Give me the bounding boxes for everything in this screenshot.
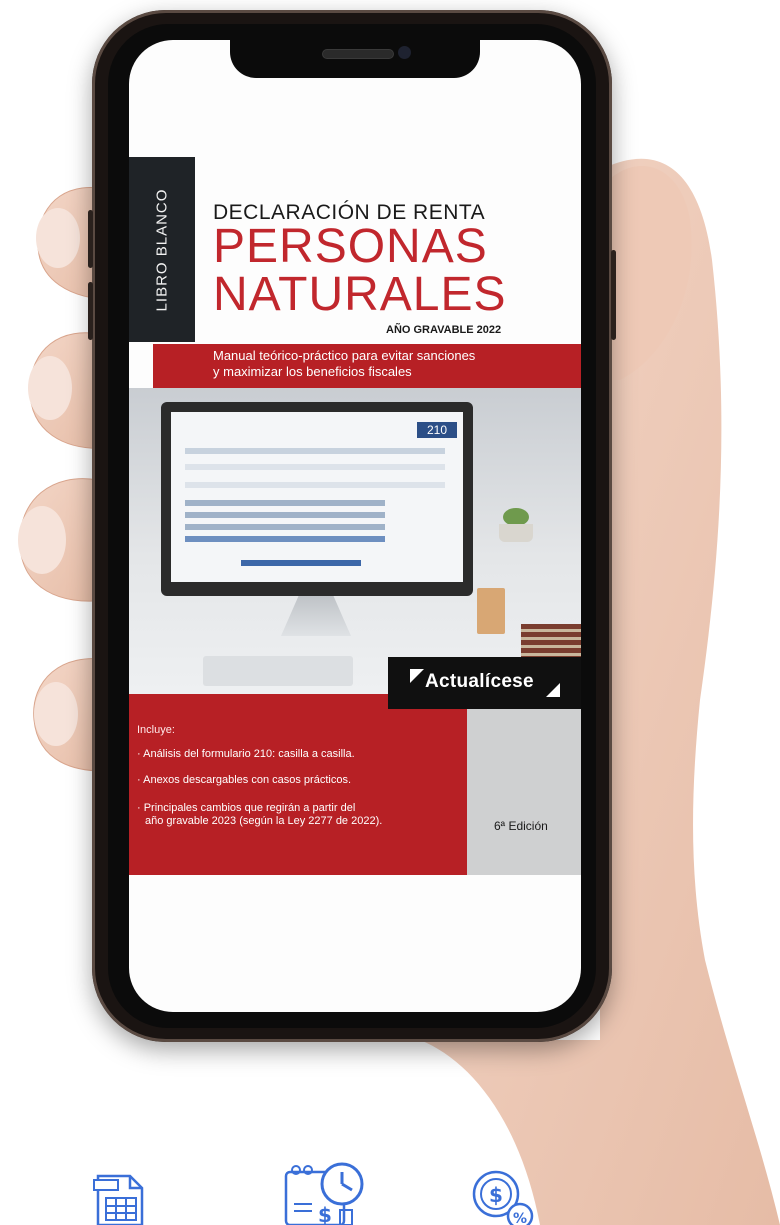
desk-photo: 210 [129,388,581,694]
bullet-item: año gravable 2023 (según la Ley 2277 de … [145,815,383,827]
form-row [185,464,445,470]
volume-button [88,282,93,340]
svg-text:$: $ [489,1183,503,1207]
calendar-clock-invoice-icon: $ [284,1162,364,1225]
spine-band: LIBRO BLANCO [129,157,195,342]
form-row [185,500,385,506]
spreadsheet-icon [93,1174,144,1225]
camera-icon [398,46,411,59]
bullet-item: · Análisis del formulario 210: casilla a… [137,748,355,760]
tagline-line1: Manual teórico-práctico para evitar sanc… [213,348,476,363]
spine-label: LIBRO BLANCO [153,188,171,312]
brand-name: Actualícese [425,671,534,692]
volume-button [88,210,93,268]
keyboard-image [203,656,353,686]
edition-panel [467,709,581,875]
cover-title-line1: PERSONAS [213,220,488,273]
notch [230,40,480,78]
power-button [611,250,616,340]
monitor-image: 210 [161,402,473,596]
form-screenshot: 210 [171,412,463,582]
form-row [185,448,445,454]
year-label: AÑO GRAVABLE 2022 [386,324,502,336]
form-row [185,524,385,530]
edition-label: 6ª Edición [494,819,548,833]
pot-image [499,524,533,542]
includes-label: Incluye: [137,724,175,736]
form-number: 210 [417,422,457,438]
form-row [185,536,385,542]
bullet-item: · Anexos descargables con casos práctico… [137,774,352,786]
bullet-item: · Principales cambios que regirán a part… [137,802,356,814]
book-cover: LIBRO BLANCO DECLARACIÓN DE RENTA PERSON… [129,157,581,875]
speaker-grille [322,49,394,59]
tagline: Manual teórico-práctico para evitar sanc… [213,348,475,380]
svg-text:$: $ [318,1203,332,1225]
pen-cup-image [477,588,505,634]
money-percent-icon: $ % [472,1170,534,1225]
form-row [185,512,385,518]
form-row [185,482,445,488]
monitor-stand [281,596,351,636]
cover-title-line2: NATURALES [213,268,507,321]
tagline-line2: y maximizar los beneficios fiscales [213,364,412,379]
svg-text:%: % [513,1211,527,1225]
cover-title: PERSONAS NATURALES [213,223,507,319]
form-row [241,560,361,566]
